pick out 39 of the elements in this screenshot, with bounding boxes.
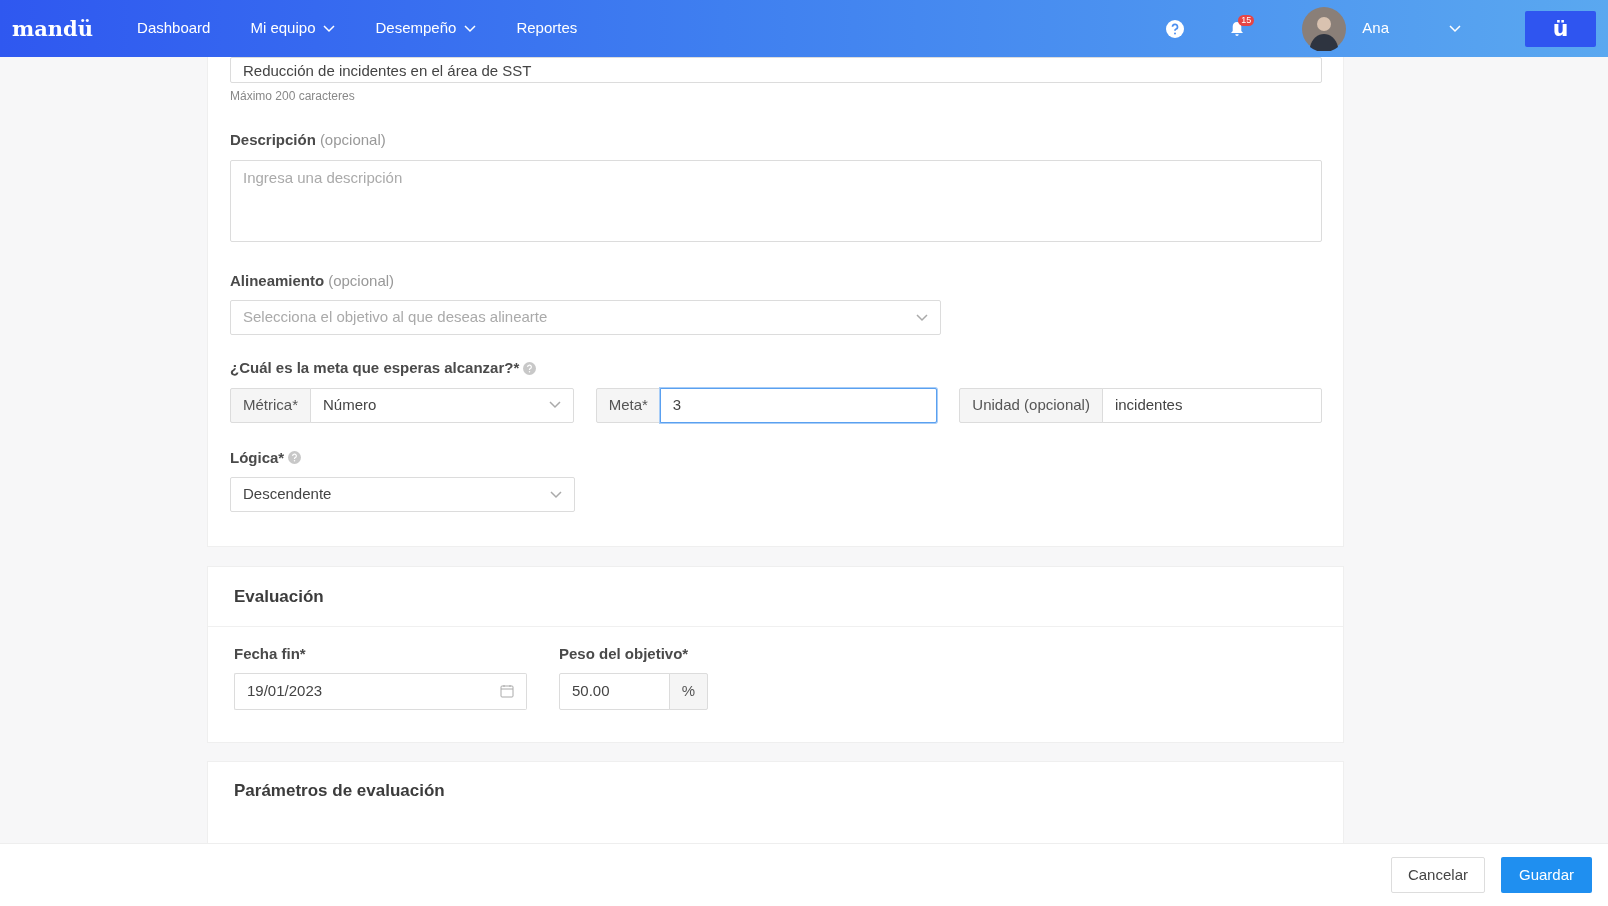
logic-select[interactable]: Descendente [230, 477, 575, 512]
logo[interactable]: mandü [12, 12, 94, 45]
help-icon [523, 361, 537, 375]
avatar[interactable] [1302, 6, 1347, 51]
cancel-button[interactable]: Cancelar [1390, 856, 1485, 894]
weight-field[interactable]: 50.00 [559, 673, 670, 710]
title-field[interactable]: Reducción de incidentes en el área de SST [230, 57, 1322, 83]
chevron-down-icon [1449, 24, 1461, 33]
description-field[interactable]: Ingresa una descripción [230, 159, 1322, 242]
percent-suffix: % [668, 673, 708, 710]
unit-field[interactable]: incidentes [1101, 387, 1322, 423]
field-label: Lógica* [230, 447, 285, 468]
nav-link[interactable]: Mi equipo [230, 17, 356, 40]
nav-link[interactable]: Desempeño [355, 17, 497, 40]
chevron-down-icon [550, 490, 562, 499]
optional-label: (opcional) [319, 130, 386, 150]
nav-link[interactable]: Reportes [496, 17, 598, 40]
chevron-down-icon [548, 401, 561, 409]
field-label: Fecha fin* [234, 643, 307, 664]
field-label: Unidad (opcional) [959, 387, 1103, 423]
section-title: Evaluación [234, 586, 325, 608]
goal-field[interactable]: 3 [659, 387, 938, 423]
hint-text: Máximo 200 caracteres [230, 88, 356, 105]
metric-select[interactable]: Número [310, 387, 574, 423]
chevron-down-icon [916, 313, 928, 322]
optional-label: (opcional) [328, 270, 395, 291]
field-label: Peso del objetivo* [559, 643, 690, 664]
field-label: Descripción [230, 130, 316, 150]
notification-count: 15 [1238, 14, 1255, 27]
nav-link[interactable]: Dashboard [117, 17, 231, 40]
app-button[interactable]: ü [1525, 10, 1596, 47]
save-button[interactable]: Guardar [1500, 856, 1592, 894]
help-icon [288, 451, 302, 465]
field-label: ¿Cuál es la meta que esperas alcanzar?* [230, 358, 520, 378]
field-label: Alineamiento [230, 270, 325, 291]
section-title: Parámetros de evaluación [234, 779, 446, 802]
field-label: Meta* [595, 387, 661, 423]
help-icon[interactable] [1166, 19, 1185, 38]
field-label: Métrica* [230, 387, 311, 423]
